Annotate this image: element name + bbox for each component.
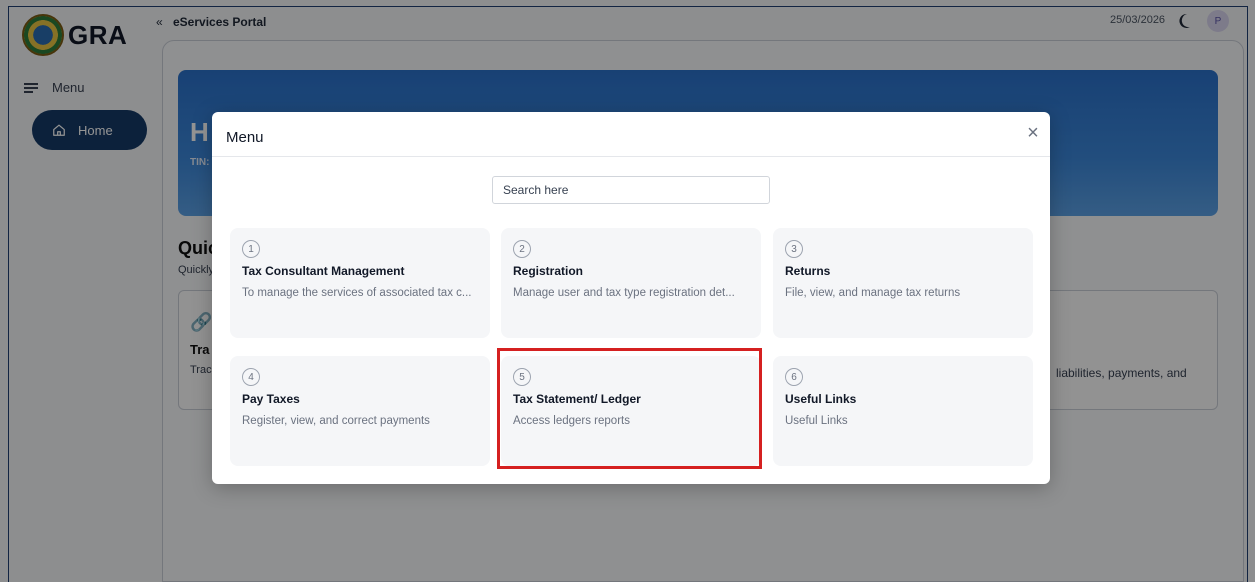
tile-description: Useful Links	[785, 415, 848, 427]
tile-description: Register, view, and correct payments	[242, 415, 430, 427]
modal-divider	[212, 156, 1050, 157]
menu-tile-useful-links[interactable]: 6 Useful Links Useful Links	[773, 356, 1033, 466]
tile-description: Manage user and tax type registration de…	[513, 287, 735, 299]
highlight-box	[497, 348, 762, 469]
menu-tile-registration[interactable]: 2 Registration Manage user and tax type …	[501, 228, 761, 338]
search-input[interactable]	[492, 176, 770, 204]
menu-tile-pay-taxes[interactable]: 4 Pay Taxes Register, view, and correct …	[230, 356, 490, 466]
close-icon[interactable]: ×	[1024, 123, 1042, 143]
tile-number-badge: 6	[785, 368, 803, 386]
tile-title: Registration	[513, 264, 584, 278]
tile-title: Returns	[785, 264, 831, 278]
tile-number-badge: 1	[242, 240, 260, 258]
tile-number-badge: 2	[513, 240, 531, 258]
tile-description: To manage the services of associated tax…	[242, 287, 472, 299]
menu-tile-returns[interactable]: 3 Returns File, view, and manage tax ret…	[773, 228, 1033, 338]
modal-title: Menu	[226, 129, 264, 146]
tile-description: File, view, and manage tax returns	[785, 287, 961, 299]
tile-title: Tax Consultant Management	[242, 264, 405, 278]
tile-number-badge: 3	[785, 240, 803, 258]
tile-number-badge: 4	[242, 368, 260, 386]
tile-title: Pay Taxes	[242, 392, 300, 406]
menu-tile-tax-consultant-management[interactable]: 1 Tax Consultant Management To manage th…	[230, 228, 490, 338]
tile-title: Useful Links	[785, 392, 857, 406]
